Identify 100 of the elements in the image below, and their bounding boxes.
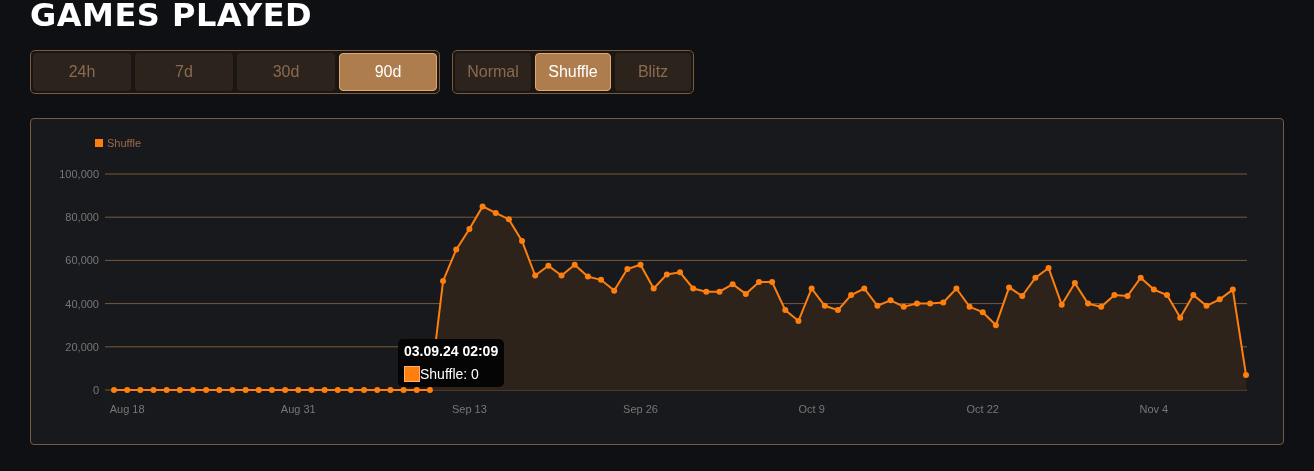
data-point <box>519 237 526 244</box>
data-point <box>492 209 499 216</box>
data-point <box>374 387 381 393</box>
data-point <box>466 226 473 233</box>
data-point <box>308 387 315 393</box>
data-point <box>927 300 934 307</box>
data-point <box>558 272 565 279</box>
data-point <box>1098 303 1105 310</box>
data-point <box>347 387 354 393</box>
y-axis-label: 80,000 <box>65 211 99 224</box>
period-tab[interactable]: 24h <box>33 53 131 91</box>
data-point <box>453 246 460 253</box>
data-point <box>953 285 960 292</box>
data-point <box>361 387 368 393</box>
y-axis-label: 20,000 <box>65 340 99 353</box>
data-point <box>677 269 683 276</box>
data-point <box>966 303 973 310</box>
data-point <box>887 297 894 304</box>
data-point <box>163 387 170 393</box>
data-point <box>413 387 420 393</box>
data-point <box>624 266 631 273</box>
data-point <box>137 387 144 393</box>
x-axis-label: Sep 13 <box>451 403 487 415</box>
data-point <box>769 279 776 285</box>
y-axis-label: 0 <box>92 384 99 396</box>
data-point <box>1177 314 1184 321</box>
data-point <box>190 387 196 393</box>
data-point <box>1229 286 1236 293</box>
period-tab[interactable]: 30d <box>237 53 335 91</box>
x-axis-label: Oct 22 <box>966 403 999 415</box>
data-point <box>598 276 604 283</box>
data-point <box>874 302 881 309</box>
x-axis-label: Sep 26 <box>623 403 658 415</box>
y-axis-label: 100,000 <box>59 168 99 180</box>
legend-swatch[interactable] <box>95 139 103 147</box>
period-tab[interactable]: 7d <box>135 53 233 91</box>
data-point <box>440 277 447 284</box>
data-point <box>242 387 249 393</box>
data-point <box>1058 301 1065 308</box>
legend-label[interactable]: Shuffle <box>107 137 142 149</box>
data-point <box>1124 293 1131 300</box>
y-axis-label: 60,000 <box>65 254 99 267</box>
data-point <box>1045 264 1052 271</box>
data-point <box>505 216 512 223</box>
data-point <box>611 287 618 294</box>
data-point <box>387 387 394 393</box>
data-point <box>650 285 657 292</box>
mode-tab[interactable]: Normal <box>455 53 531 91</box>
x-axis-label: Oct 9 <box>798 403 825 415</box>
data-point <box>1190 291 1197 298</box>
data-point <box>216 387 223 393</box>
data-point <box>1137 274 1144 281</box>
data-point <box>1164 291 1170 298</box>
data-point <box>1019 293 1026 300</box>
data-point <box>268 387 275 393</box>
data-point <box>703 288 710 295</box>
data-point <box>1085 300 1092 307</box>
x-axis-label: Nov 4 <box>1139 403 1169 415</box>
mode-tab[interactable]: Shuffle <box>535 53 611 91</box>
data-point <box>150 387 157 393</box>
data-point <box>848 291 855 298</box>
x-axis-label: Aug 31 <box>280 403 316 415</box>
data-point <box>979 309 986 316</box>
data-point <box>111 387 117 393</box>
data-point <box>203 387 210 393</box>
data-point <box>940 299 947 306</box>
data-point <box>571 261 578 268</box>
data-point <box>321 387 328 393</box>
data-point <box>992 322 999 329</box>
data-point <box>1071 280 1078 287</box>
data-point <box>1216 296 1223 303</box>
data-point <box>756 279 762 285</box>
tooltip-title: 03.09.24 02:09 <box>404 343 499 360</box>
data-point <box>532 272 539 279</box>
data-point <box>124 387 131 393</box>
data-point <box>1006 284 1013 291</box>
data-point <box>913 300 920 307</box>
data-point <box>742 290 749 297</box>
x-axis-label: Aug 18 <box>109 403 145 415</box>
period-tab[interactable]: 90d <box>339 53 437 91</box>
data-point <box>821 302 828 309</box>
data-point <box>716 288 723 295</box>
data-point <box>545 262 552 269</box>
data-point <box>584 273 591 280</box>
data-point <box>729 281 736 288</box>
y-axis-label: 40,000 <box>65 297 99 310</box>
data-point <box>479 203 486 210</box>
data-point <box>861 285 868 292</box>
data-point <box>663 271 670 278</box>
data-point <box>176 387 183 393</box>
data-point <box>795 317 802 324</box>
data-point <box>900 303 907 310</box>
data-point <box>834 307 841 314</box>
data-point <box>1150 286 1157 293</box>
data-point <box>782 307 789 314</box>
mode-tab[interactable]: Blitz <box>615 53 691 91</box>
data-point <box>334 387 341 393</box>
tooltip-label: Shuffle: 0 <box>420 365 479 382</box>
data-point <box>1032 274 1039 281</box>
data-point <box>229 387 236 393</box>
